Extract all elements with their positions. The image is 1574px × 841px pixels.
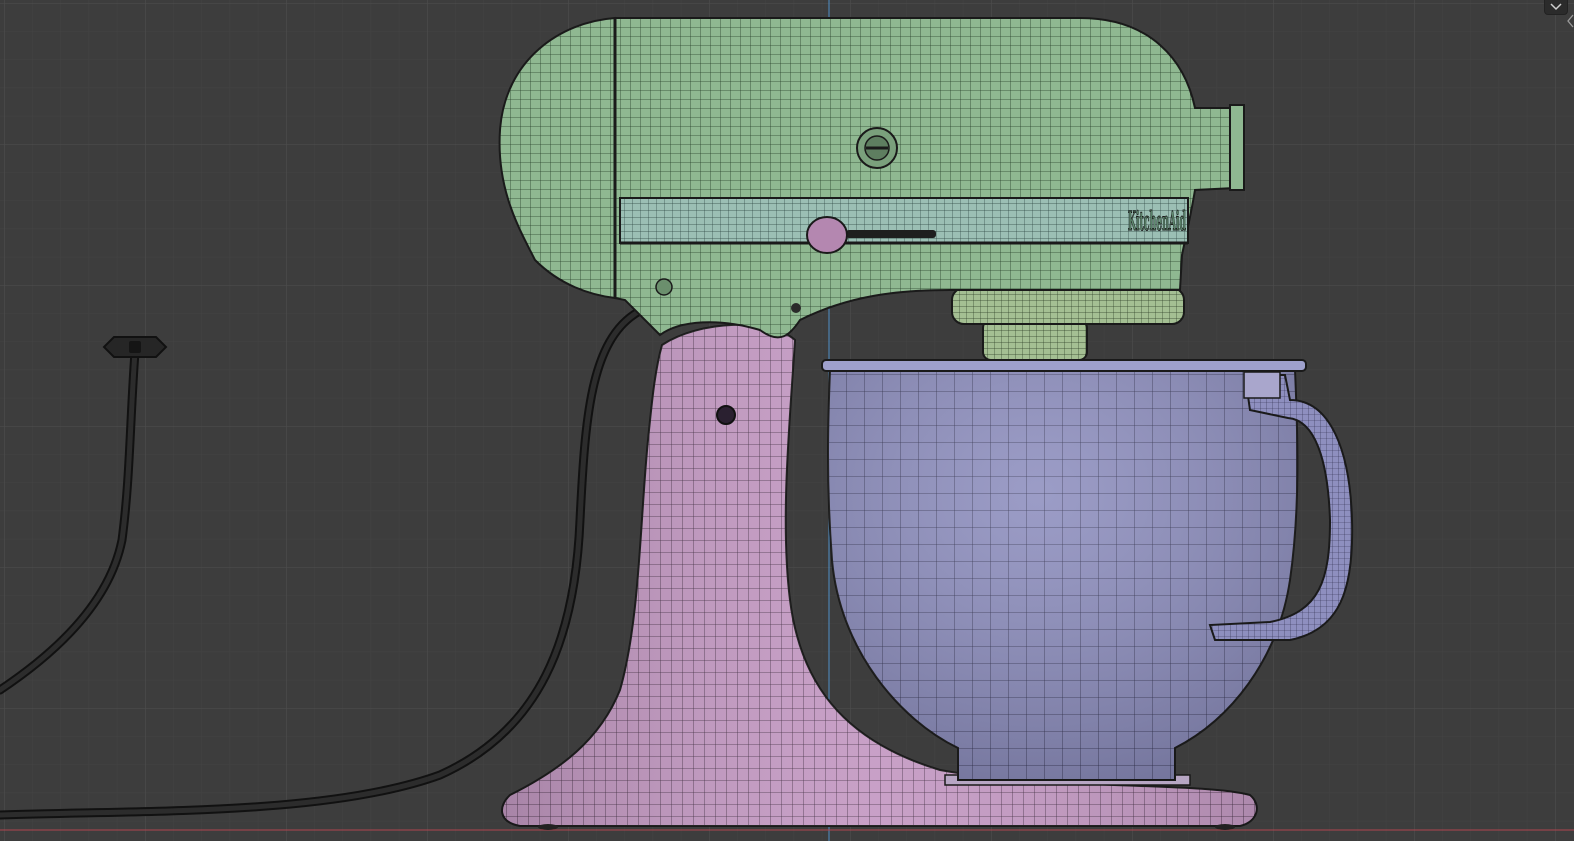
base-foot-right (1215, 824, 1235, 830)
base-foot-left (538, 824, 558, 830)
head-screw (655, 278, 673, 296)
handle-top-mount (1243, 371, 1281, 399)
bowl-rim (821, 359, 1307, 372)
head-pivot-dot (791, 303, 801, 313)
3d-viewport[interactable]: KitchenAid (0, 0, 1574, 841)
speed-slot (846, 230, 936, 238)
viewport-canvas[interactable]: KitchenAid (0, 0, 1574, 841)
motor-head[interactable]: KitchenAid (498, 16, 1245, 339)
attachment-hub[interactable] (1229, 104, 1245, 191)
speed-lever[interactable] (806, 216, 848, 254)
viewport-header-toggle[interactable] (1544, 0, 1568, 15)
power-plug[interactable] (102, 336, 168, 358)
sidebar-expand-icon[interactable] (1566, 12, 1574, 30)
chevron-down-icon (1550, 3, 1562, 11)
brand-label: KitchenAid (1128, 207, 1186, 237)
base-pin-hole (716, 405, 736, 425)
